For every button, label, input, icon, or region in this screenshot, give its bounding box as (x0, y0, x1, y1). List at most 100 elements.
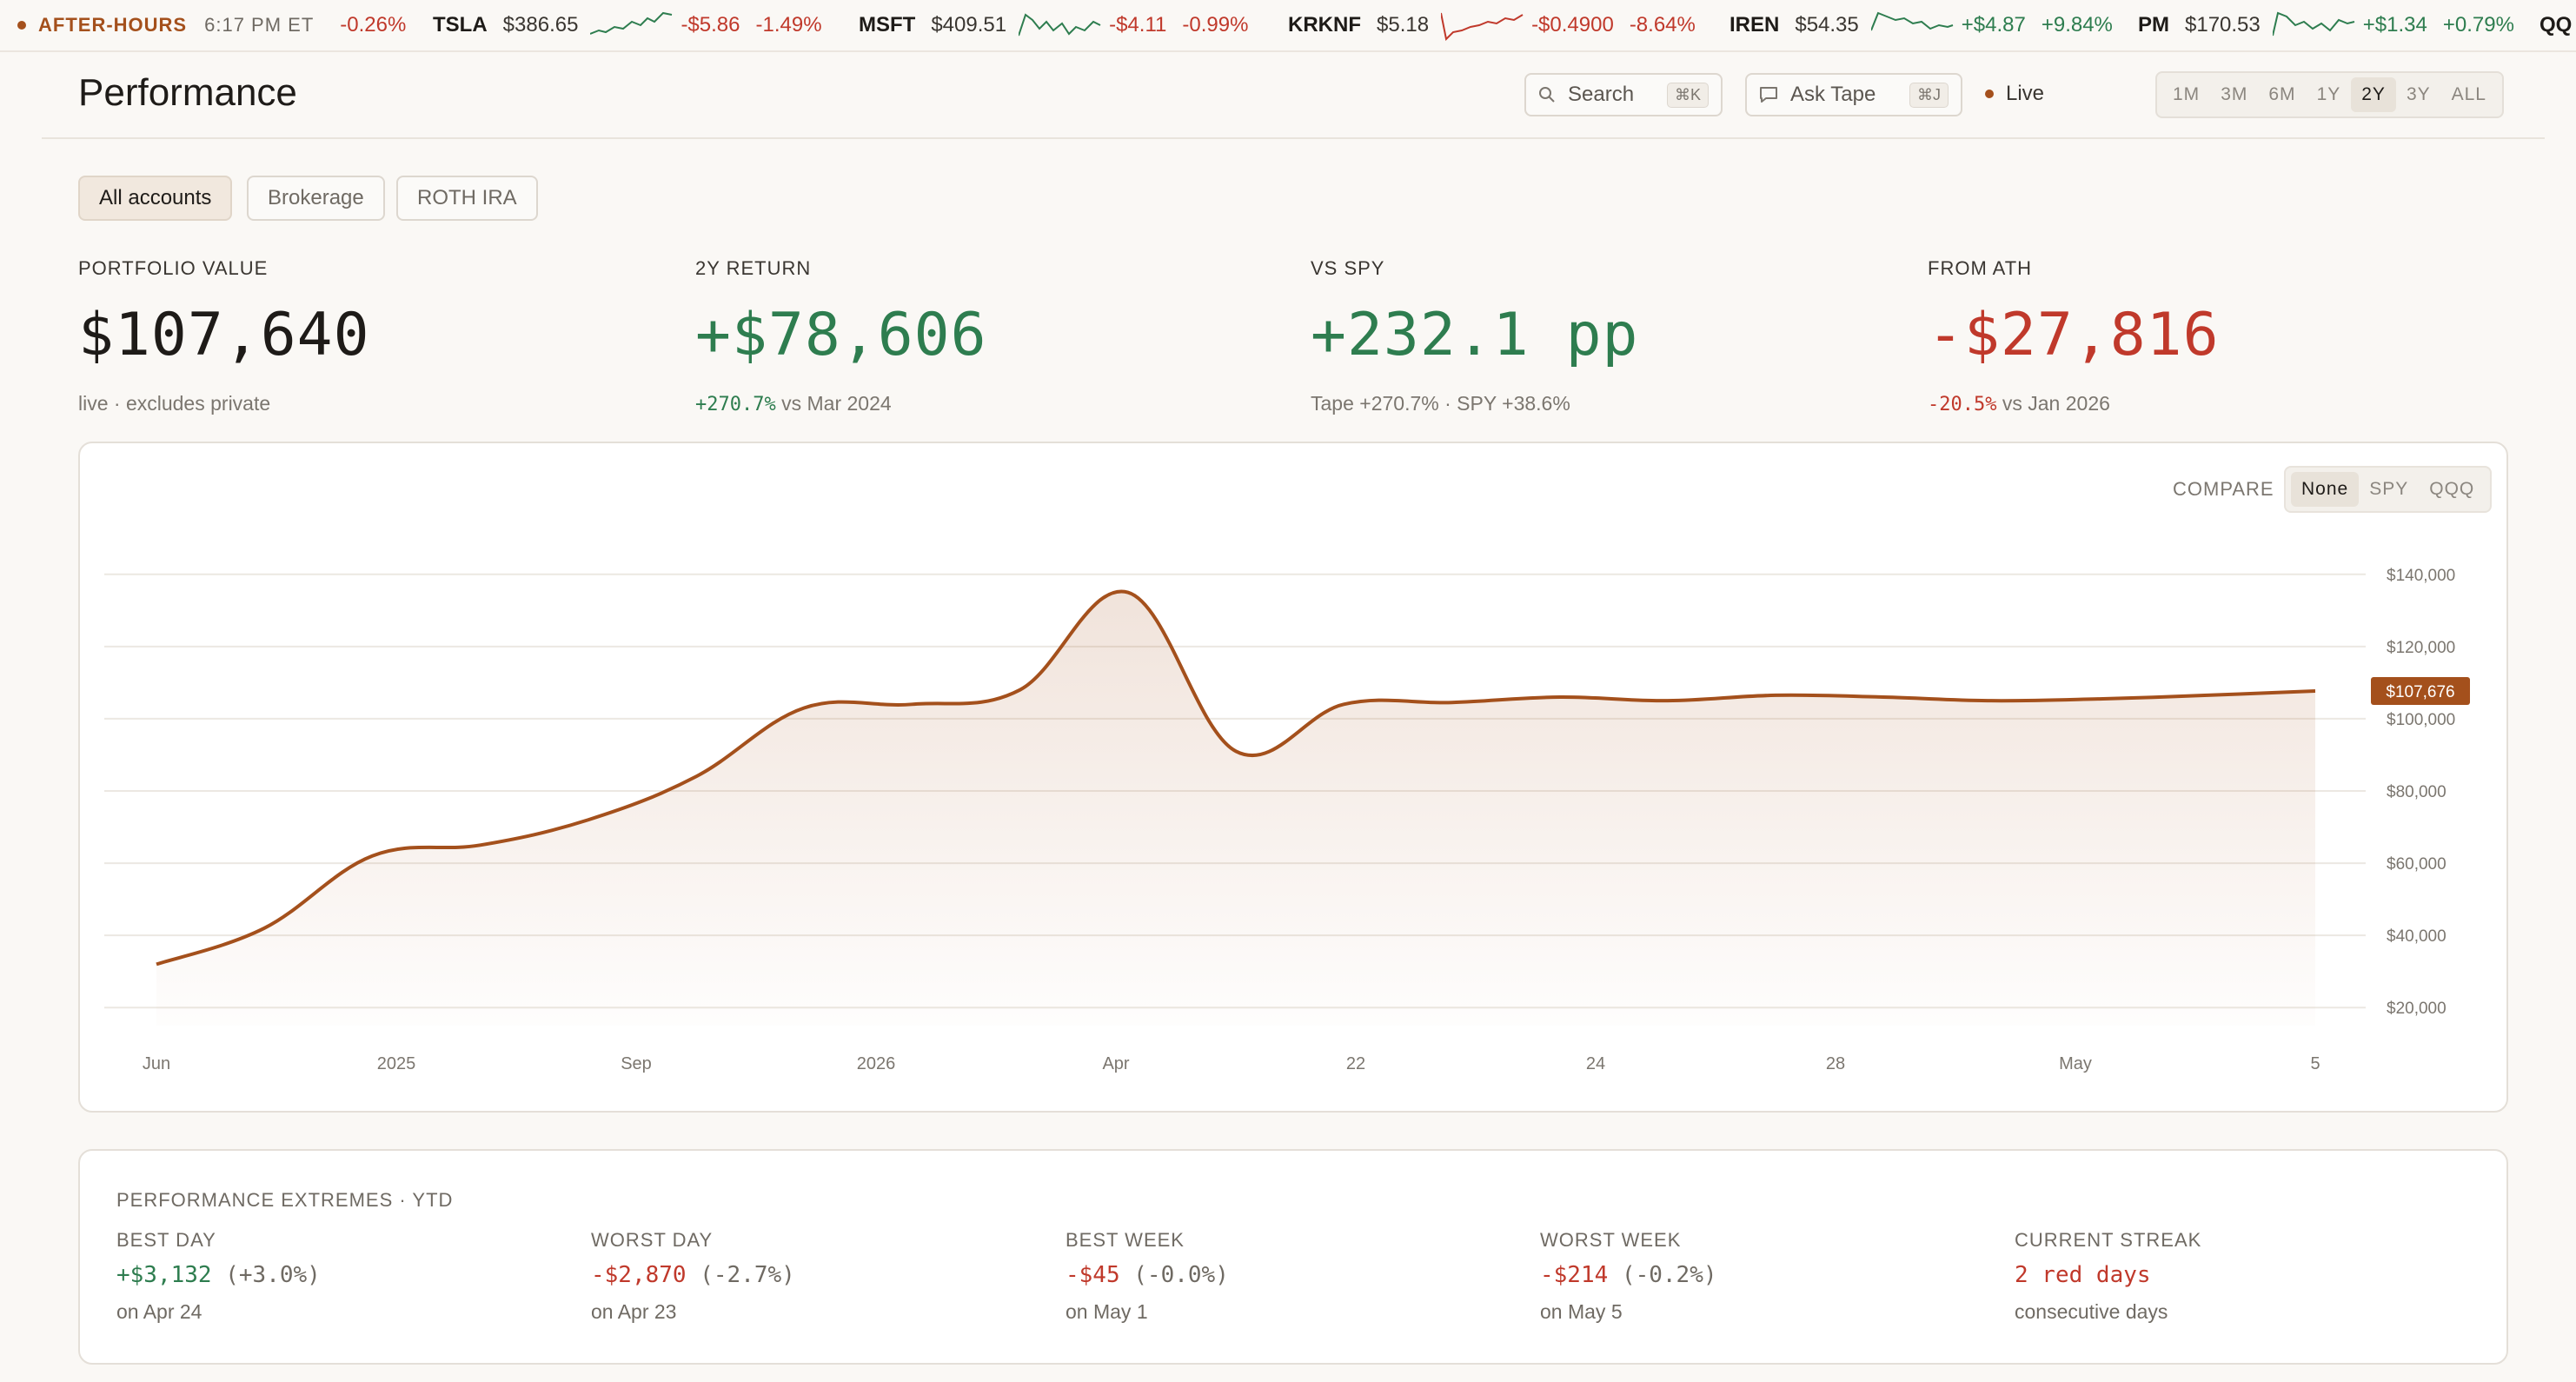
chat-icon (1760, 87, 1777, 103)
extreme-date: on Apr 23 (591, 1300, 677, 1323)
sparkline-icon (1870, 11, 1954, 31)
live-label: Live (2006, 82, 2045, 105)
stat-vs-spy: VS SPY +232.1 pp Tape +270.7% · SPY +38.… (1311, 257, 1638, 415)
sparkline-icon (1441, 12, 1524, 41)
ticker-item-qq[interactable]: QQ (2539, 0, 2576, 50)
lead-change: -0.26% (340, 13, 407, 37)
extreme-current-streak: CURRENT STREAK 2 red days consecutive da… (2015, 1229, 2201, 1324)
search-label: Search (1568, 83, 1635, 106)
range-6m[interactable]: 6M (2258, 77, 2306, 112)
compare-none[interactable]: None (2291, 472, 2360, 507)
extreme-pct: (+3.0%) (225, 1262, 321, 1288)
stat-portfolio-value: PORTFOLIO VALUE $107,640 live · excludes… (78, 257, 370, 415)
ticker-pct: +9.84% (2041, 13, 2113, 37)
after-hours-label: AFTER-HOURS (38, 14, 188, 36)
extreme-pct: (-2.7%) (700, 1262, 795, 1288)
extreme-pct: (-0.2%) (1621, 1262, 1717, 1288)
ask-tape-shortcut: ⌘J (1909, 82, 1949, 108)
tab-roth-ira[interactable]: ROTH IRA (396, 176, 538, 221)
ticker-price: $386.65 (502, 13, 579, 37)
stat-sub: Tape +270.7% · SPY +38.6% (1311, 392, 1570, 415)
stat-value: +$78,606 (695, 301, 987, 369)
ticker-item-pm[interactable]: PM $170.53 +$1.34 +0.79% (2138, 0, 2514, 50)
ticker-price: $54.35 (1795, 13, 1859, 37)
after-hours-time: 6:17 PM ET (204, 14, 315, 36)
live-indicator[interactable]: Live (1985, 82, 2044, 106)
compare-selector: None SPY QQQ (2284, 466, 2493, 513)
search-button[interactable]: Search ⌘K (1524, 73, 1723, 116)
compare-spy[interactable]: SPY (2359, 472, 2419, 507)
extremes-title: PERFORMANCE EXTREMES · YTD (116, 1189, 454, 1211)
stat-value: +232.1 pp (1311, 301, 1639, 369)
sparkline-icon (2272, 11, 2355, 37)
range-3m[interactable]: 3M (2210, 77, 2258, 112)
stat-sub-pct: +270.7% (695, 394, 776, 415)
stat-label: PORTFOLIO VALUE (78, 257, 269, 279)
page-title: Performance (78, 71, 297, 114)
ticker-pct: -1.49% (755, 13, 822, 37)
extreme-worst-week: WORST WEEK -$214 (-0.2%) on May 5 (1540, 1229, 1717, 1324)
ask-tape-button[interactable]: Ask Tape ⌘J (1745, 73, 1962, 116)
search-shortcut: ⌘K (1666, 82, 1709, 108)
ticker-item-tsla[interactable]: TSLA $386.65 -$5.86 -1.49% (433, 0, 822, 50)
range-all[interactable]: ALL (2441, 77, 2497, 112)
ticker-change: -$0.4900 (1531, 13, 1614, 37)
ticker-symbol: KRKNF (1288, 13, 1361, 37)
stat-label: 2Y RETURN (695, 257, 812, 279)
extreme-value: 2 red days (2015, 1262, 2151, 1288)
ask-tape-label: Ask Tape (1790, 83, 1876, 106)
chart-card (78, 442, 2508, 1113)
ticker-symbol: TSLA (433, 13, 488, 37)
extreme-pct: (-0.0%) (1133, 1262, 1229, 1288)
ticker-change: +$1.34 (2362, 13, 2427, 37)
ticker-symbol: IREN (1730, 13, 1780, 37)
compare-qqq[interactable]: QQQ (2419, 472, 2485, 507)
ticker-bar: AFTER-HOURS 6:17 PM ET -0.26% TSLA $386.… (0, 0, 2576, 52)
after-hours-indicator: AFTER-HOURS 6:17 PM ET -0.26% (17, 0, 406, 50)
stat-2y-return: 2Y RETURN +$78,606 +270.7% vs Mar 2024 (695, 257, 987, 415)
stat-label: FROM ATH (1928, 257, 2033, 279)
extreme-date: consecutive days (2015, 1300, 2168, 1323)
sparkline-icon (590, 11, 673, 35)
stat-label: VS SPY (1311, 257, 1385, 279)
extreme-label: WORST DAY (591, 1229, 714, 1251)
stat-value: $107,640 (78, 301, 370, 369)
ticker-item-krknf[interactable]: KRKNF $5.18 -$0.4900 -8.64% (1288, 0, 1696, 50)
ticker-price: $5.18 (1377, 13, 1430, 37)
range-1y[interactable]: 1Y (2307, 77, 2352, 112)
range-3y[interactable]: 3Y (2396, 77, 2441, 112)
ticker-symbol: QQ (2539, 13, 2573, 37)
extreme-label: WORST WEEK (1540, 1229, 1682, 1251)
stat-value: -$27,816 (1928, 301, 2220, 369)
ticker-item-msft[interactable]: MSFT $409.51 -$4.11 -0.99% (859, 0, 1248, 50)
extreme-worst-day: WORST DAY -$2,870 (-2.7%) on Apr 23 (591, 1229, 795, 1324)
extreme-label: BEST WEEK (1066, 1229, 1185, 1251)
extreme-date: on Apr 24 (116, 1300, 202, 1323)
ticker-price: $409.51 (931, 13, 1007, 37)
search-icon (1539, 87, 1555, 103)
tab-brokerage[interactable]: Brokerage (247, 176, 385, 221)
extreme-best-week: BEST WEEK -$45 (-0.0%) on May 1 (1066, 1229, 1229, 1324)
stat-sub: vs Jan 2026 (2002, 392, 2110, 415)
ticker-change: +$4.87 (1961, 13, 2026, 37)
ticker-pct: -0.99% (1182, 13, 1249, 37)
extreme-value: -$2,870 (591, 1262, 687, 1288)
tab-all-accounts[interactable]: All accounts (78, 176, 233, 221)
ticker-price: $170.53 (2185, 13, 2261, 37)
extreme-label: CURRENT STREAK (2015, 1229, 2202, 1251)
stat-sub: vs Mar 2024 (781, 392, 892, 415)
live-dot-icon (1985, 90, 1994, 98)
stat-from-ath: FROM ATH -$27,816 -20.5% vs Jan 2026 (1928, 257, 2220, 415)
extreme-best-day: BEST DAY +$3,132 (+3.0%) on Apr 24 (116, 1229, 321, 1324)
ticker-pct: +0.79% (2442, 13, 2514, 37)
ticker-item-iren[interactable]: IREN $54.35 +$4.87 +9.84% (1730, 0, 2113, 50)
range-2y[interactable]: 2Y (2351, 77, 2396, 112)
extreme-label: BEST DAY (116, 1229, 216, 1251)
ticker-change: -$4.11 (1109, 13, 1167, 37)
sparkline-icon (1019, 13, 1101, 37)
range-selector: 1M 3M 6M 1Y 2Y 3Y ALL (2155, 71, 2504, 118)
extreme-date: on May 1 (1066, 1300, 1148, 1323)
extreme-value: -$214 (1540, 1262, 1609, 1288)
range-1m[interactable]: 1M (2162, 77, 2210, 112)
page-header: Performance Search ⌘K Ask Tape ⌘J Live 1… (42, 52, 2545, 139)
